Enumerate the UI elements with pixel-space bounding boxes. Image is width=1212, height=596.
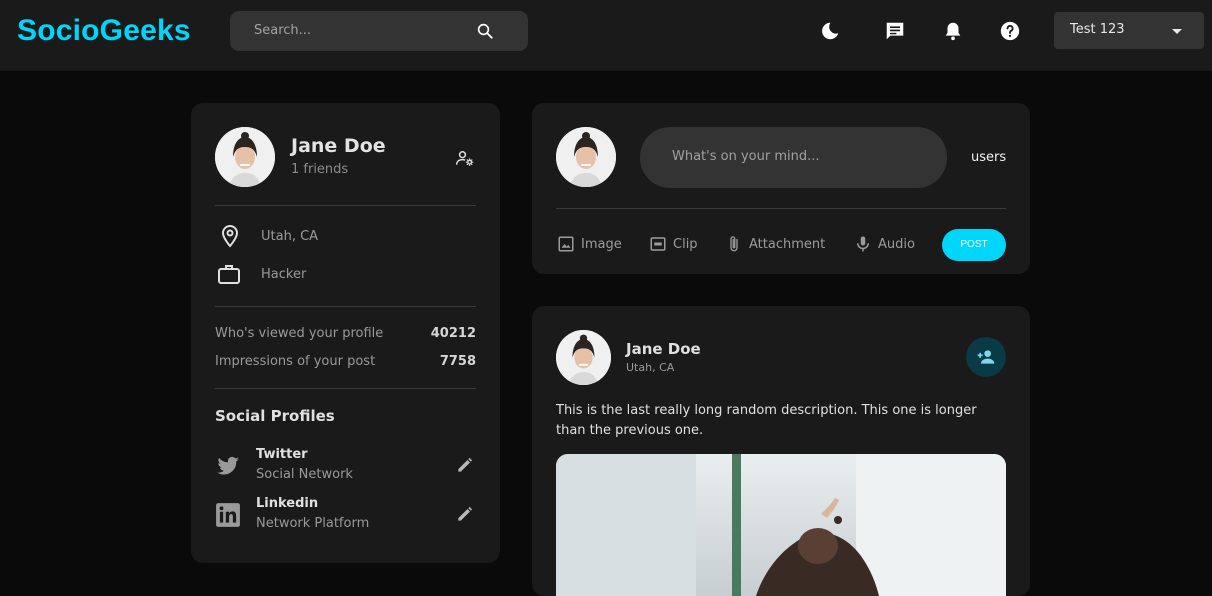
twitter-icon <box>217 456 239 475</box>
location-pin-icon <box>221 224 239 248</box>
attachment-icon <box>730 236 738 252</box>
post-button[interactable]: POST <box>942 229 1006 261</box>
post-text-input[interactable]: What's on your mind... <box>640 127 947 188</box>
profile-occupation: Hacker <box>261 267 307 282</box>
profile-location: Utah, CA <box>261 229 319 244</box>
twitter-subtitle: Social Network <box>256 467 353 482</box>
briefcase-icon <box>218 265 240 284</box>
image-action-button[interactable]: Image <box>557 235 627 255</box>
top-navbar: SocioGeeks Search... Test 123 <box>0 0 1212 71</box>
linkedin-subtitle: Network Platform <box>256 516 370 531</box>
users-label: users <box>971 150 1007 165</box>
audio-action-label: Audio <box>878 237 915 252</box>
user-dropdown[interactable]: Test 123 <box>1054 12 1204 49</box>
divider <box>556 208 1006 209</box>
post-input-placeholder: What's on your mind... <box>672 149 820 164</box>
caret-down-icon <box>1172 29 1182 34</box>
profile-name[interactable]: Jane Doe <box>291 135 386 157</box>
profile-views-value: 40212 <box>430 326 476 341</box>
clip-action-button[interactable]: Clip <box>649 235 709 255</box>
edit-icon[interactable] <box>455 455 475 475</box>
chat-icon[interactable] <box>884 20 906 42</box>
profile-views-label: Who's viewed your profile <box>215 326 384 341</box>
social-profiles-title: Social Profiles <box>215 407 335 425</box>
post-description: This is the last really long random desc… <box>556 403 977 438</box>
post-impressions-value: 7758 <box>439 354 476 369</box>
image-action-label: Image <box>581 237 622 252</box>
help-icon[interactable] <box>999 20 1021 42</box>
bell-icon[interactable] <box>942 20 964 42</box>
post-composer-card: What's on your mind... users Image Clip … <box>532 103 1030 274</box>
twitter-name[interactable]: Twitter <box>256 447 308 462</box>
post-author-name[interactable]: Jane Doe <box>626 340 701 358</box>
image-icon <box>558 236 574 252</box>
edit-icon[interactable] <box>455 504 475 524</box>
search-input[interactable]: Search... <box>254 23 311 38</box>
audio-action-button[interactable]: Audio <box>854 235 920 255</box>
avatar[interactable] <box>556 330 611 385</box>
post-card: Jane Doe Utah, CA This is the last reall… <box>532 306 1030 596</box>
attachment-action-button[interactable]: Attachment <box>725 235 835 255</box>
attachment-action-label: Attachment <box>749 237 826 252</box>
divider <box>215 388 476 389</box>
avatar[interactable] <box>215 127 275 187</box>
friends-count: 1 friends <box>291 162 349 177</box>
linkedin-icon <box>216 503 240 527</box>
mic-icon <box>857 236 869 252</box>
clip-action-label: Clip <box>673 237 698 252</box>
avatar[interactable] <box>556 127 616 187</box>
divider <box>215 306 476 307</box>
post-impressions-label: Impressions of your post <box>215 354 376 369</box>
profile-card: Jane Doe 1 friends Utah, CA Hacker Who's… <box>191 103 500 563</box>
user-dropdown-label: Test 123 <box>1070 22 1125 37</box>
add-friend-button[interactable] <box>966 337 1006 377</box>
divider <box>215 205 476 206</box>
gif-icon <box>650 237 666 251</box>
add-person-icon <box>977 350 995 364</box>
app-logo[interactable]: SocioGeeks <box>17 14 191 48</box>
moon-icon[interactable] <box>819 20 841 42</box>
post-image[interactable] <box>556 454 1006 596</box>
search-icon[interactable] <box>476 22 494 40</box>
linkedin-name[interactable]: Linkedin <box>256 496 318 511</box>
post-author-location: Utah, CA <box>626 361 675 374</box>
search-bar[interactable]: Search... <box>230 11 528 51</box>
manage-account-icon[interactable] <box>455 148 475 168</box>
